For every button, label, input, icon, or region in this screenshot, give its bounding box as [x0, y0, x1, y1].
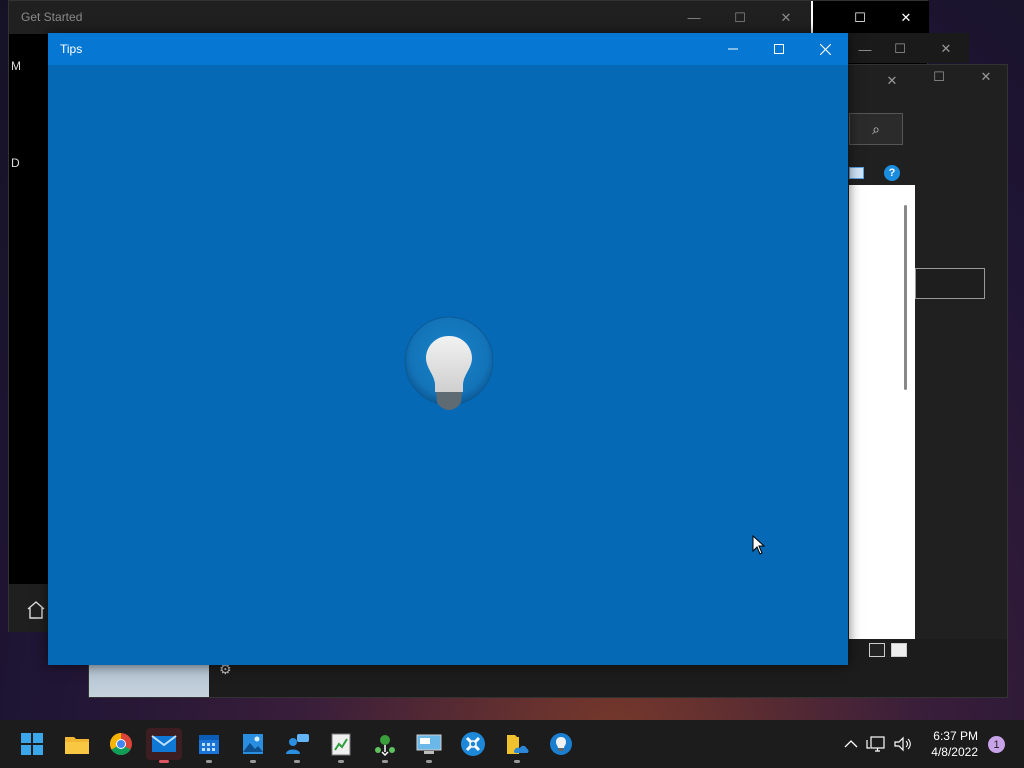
close-button-outer[interactable]: ✕ [971, 67, 1001, 87]
minimize-button[interactable] [710, 33, 756, 65]
minimize-button[interactable]: — [850, 39, 880, 59]
running-indicator [382, 760, 388, 763]
close-icon [819, 43, 831, 55]
mouse-cursor [752, 535, 766, 555]
lightbulb-icon [404, 316, 494, 410]
tips-titlebar[interactable]: Tips [48, 33, 848, 65]
chrome-icon [110, 733, 132, 755]
chart-app-button[interactable] [325, 728, 357, 763]
maximize-icon [774, 44, 784, 54]
active-indicator [159, 760, 169, 763]
volume-button[interactable] [892, 720, 914, 768]
taskbar: 6:37 PM 4/8/2022 1 [0, 720, 1024, 768]
running-indicator [294, 760, 300, 763]
speaker-icon [894, 736, 911, 752]
minimize-icon [728, 48, 738, 50]
clock[interactable]: 6:37 PM 4/8/2022 [918, 728, 978, 760]
scrollbar[interactable] [904, 205, 907, 390]
remote-desktop-button[interactable] [413, 728, 445, 763]
maximize-button[interactable]: ☐ [885, 39, 915, 59]
tool-app-button[interactable] [457, 728, 489, 760]
minimize-button[interactable]: — [671, 1, 717, 34]
maximize-button[interactable]: ☐ [924, 67, 954, 87]
close-button-2[interactable]: ✕ [883, 1, 929, 34]
chrome-button[interactable] [105, 728, 137, 760]
get-started-title: Get Started [21, 10, 83, 24]
text-field[interactable] [915, 268, 985, 299]
start-button[interactable] [16, 728, 48, 760]
get-started-titlebar[interactable]: Get Started — ☐ ✕ ☐ ✕ [9, 1, 929, 34]
maximize-button[interactable]: ☐ [717, 1, 763, 34]
clock-time: 6:37 PM [933, 729, 978, 743]
tips-button[interactable] [545, 728, 577, 760]
show-hidden-icons-button[interactable] [838, 720, 864, 768]
close-button[interactable]: ✕ [763, 1, 809, 34]
panel-layout-icon[interactable] [849, 167, 864, 179]
file-explorer-button[interactable] [61, 728, 93, 760]
remote-desktop-icon [416, 734, 442, 754]
maximize-button[interactable] [756, 33, 802, 65]
running-indicator [250, 760, 256, 763]
close-button[interactable]: ✕ [877, 71, 907, 91]
chevron-up-icon [844, 740, 858, 748]
running-indicator [514, 760, 520, 763]
cloud-folder-icon [507, 735, 529, 754]
clock-date: 4/8/2022 [931, 745, 978, 759]
window-title: Tips [60, 42, 83, 56]
details-view-icon[interactable] [869, 643, 885, 657]
network-icon [375, 735, 395, 756]
network-app-button[interactable] [369, 728, 401, 763]
network-status-button[interactable] [866, 720, 888, 768]
folder-icon [65, 737, 89, 754]
mail-button[interactable] [146, 728, 182, 763]
help-icon[interactable]: ? [884, 165, 900, 181]
large-icons-view-icon[interactable] [891, 643, 907, 657]
running-indicator [338, 760, 344, 763]
tips-window: Tips [48, 33, 848, 665]
lightbulb-icon [550, 733, 572, 755]
close-button[interactable] [802, 33, 848, 65]
running-indicator [206, 760, 212, 763]
notification-badge[interactable]: 1 [988, 736, 1005, 753]
people-icon [286, 734, 309, 754]
home-icon[interactable] [25, 599, 47, 621]
people-button[interactable] [281, 728, 313, 763]
background-window-strip: — ☐ ✕ [845, 33, 969, 63]
maximize-button-2[interactable]: ☐ [837, 1, 883, 34]
close-button[interactable]: ✕ [931, 39, 961, 59]
mail-icon [151, 735, 177, 752]
calendar-icon [199, 735, 219, 754]
side-letter-d: D [11, 156, 20, 170]
side-letter-m: M [11, 59, 21, 73]
calendar-button[interactable] [193, 728, 225, 763]
photos-icon [243, 734, 263, 754]
network-status-icon [866, 736, 885, 752]
windows-logo-icon [21, 733, 43, 755]
cloud-folder-button[interactable] [501, 728, 533, 763]
tool-icon [461, 732, 485, 756]
photos-button[interactable] [237, 728, 269, 763]
chart-document-icon [331, 733, 351, 756]
search-button[interactable]: ⌕ [849, 113, 903, 145]
running-indicator [426, 760, 432, 763]
